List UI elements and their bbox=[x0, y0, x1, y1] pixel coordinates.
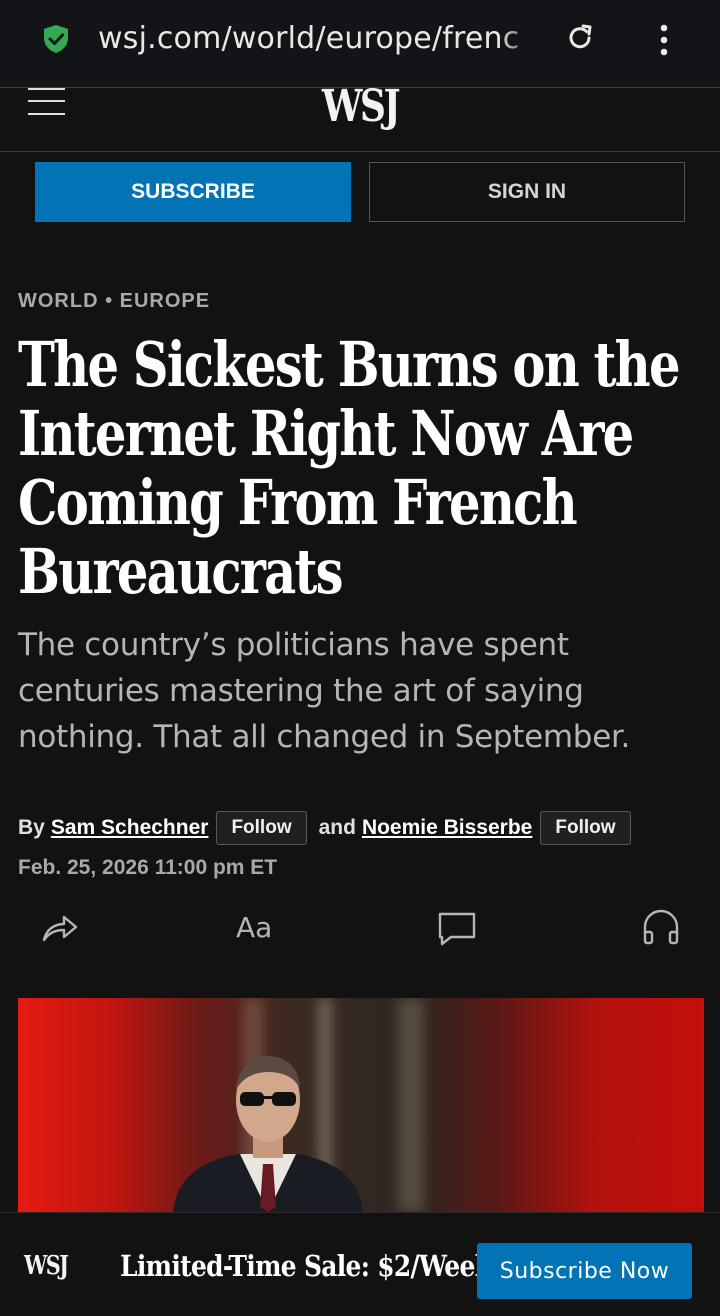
site-header: WSJ bbox=[0, 84, 720, 152]
follow-button-author1[interactable]: Follow bbox=[216, 811, 307, 845]
text-size-glyph: Aa bbox=[236, 911, 273, 944]
hero-image[interactable] bbox=[18, 998, 704, 1212]
url-field[interactable]: wsj.com/world/europe/frenc bbox=[98, 18, 538, 60]
breadcrumb[interactable]: WORLD • EUROPE bbox=[18, 290, 210, 313]
shield-check-icon[interactable] bbox=[42, 24, 70, 54]
article-dek: The country’s politicians have spent cen… bbox=[18, 627, 631, 755]
reload-icon[interactable] bbox=[564, 22, 596, 54]
wsj-logo[interactable]: WSJ bbox=[311, 84, 409, 130]
man-in-sunglasses-figure bbox=[173, 1056, 363, 1212]
text-size-icon[interactable]: Aa bbox=[236, 906, 284, 950]
sign-in-button[interactable]: SIGN IN bbox=[369, 162, 685, 222]
browser-url-bar: wsj.com/world/europe/frenc bbox=[0, 0, 720, 88]
subscribe-now-button[interactable]: Subscribe Now bbox=[477, 1243, 692, 1299]
byline-by: By bbox=[18, 816, 45, 839]
promo-text: Limited-Time Sale: $2/Week bbox=[120, 1249, 492, 1283]
author-link-sam-schechner[interactable]: Sam Schechner bbox=[51, 816, 209, 840]
hamburger-menu-icon[interactable] bbox=[28, 88, 66, 118]
kebab-menu-icon[interactable] bbox=[650, 20, 678, 60]
comment-icon[interactable] bbox=[435, 906, 479, 950]
article-headline: The Sickest Burns on the Internet Right … bbox=[18, 328, 681, 608]
publish-date: Feb. 25, 2026 11:00 pm ET bbox=[18, 856, 278, 879]
follow-button-author2[interactable]: Follow bbox=[540, 811, 631, 845]
url-fade bbox=[498, 16, 542, 62]
subscription-promo-bar: WSJ Limited-Time Sale: $2/Week Subscribe… bbox=[0, 1212, 720, 1316]
author-link-noemie-bisserbe[interactable]: Noemie Bisserbe bbox=[362, 816, 532, 840]
share-icon[interactable] bbox=[38, 906, 82, 950]
listen-headphones-icon[interactable] bbox=[639, 906, 683, 950]
byline: By Sam Schechner Follow and Noemie Bisse… bbox=[18, 810, 631, 846]
promo-wsj-logo: WSJ bbox=[24, 1251, 69, 1281]
subscribe-button[interactable]: SUBSCRIBE bbox=[35, 162, 351, 222]
byline-and: and bbox=[318, 816, 356, 839]
